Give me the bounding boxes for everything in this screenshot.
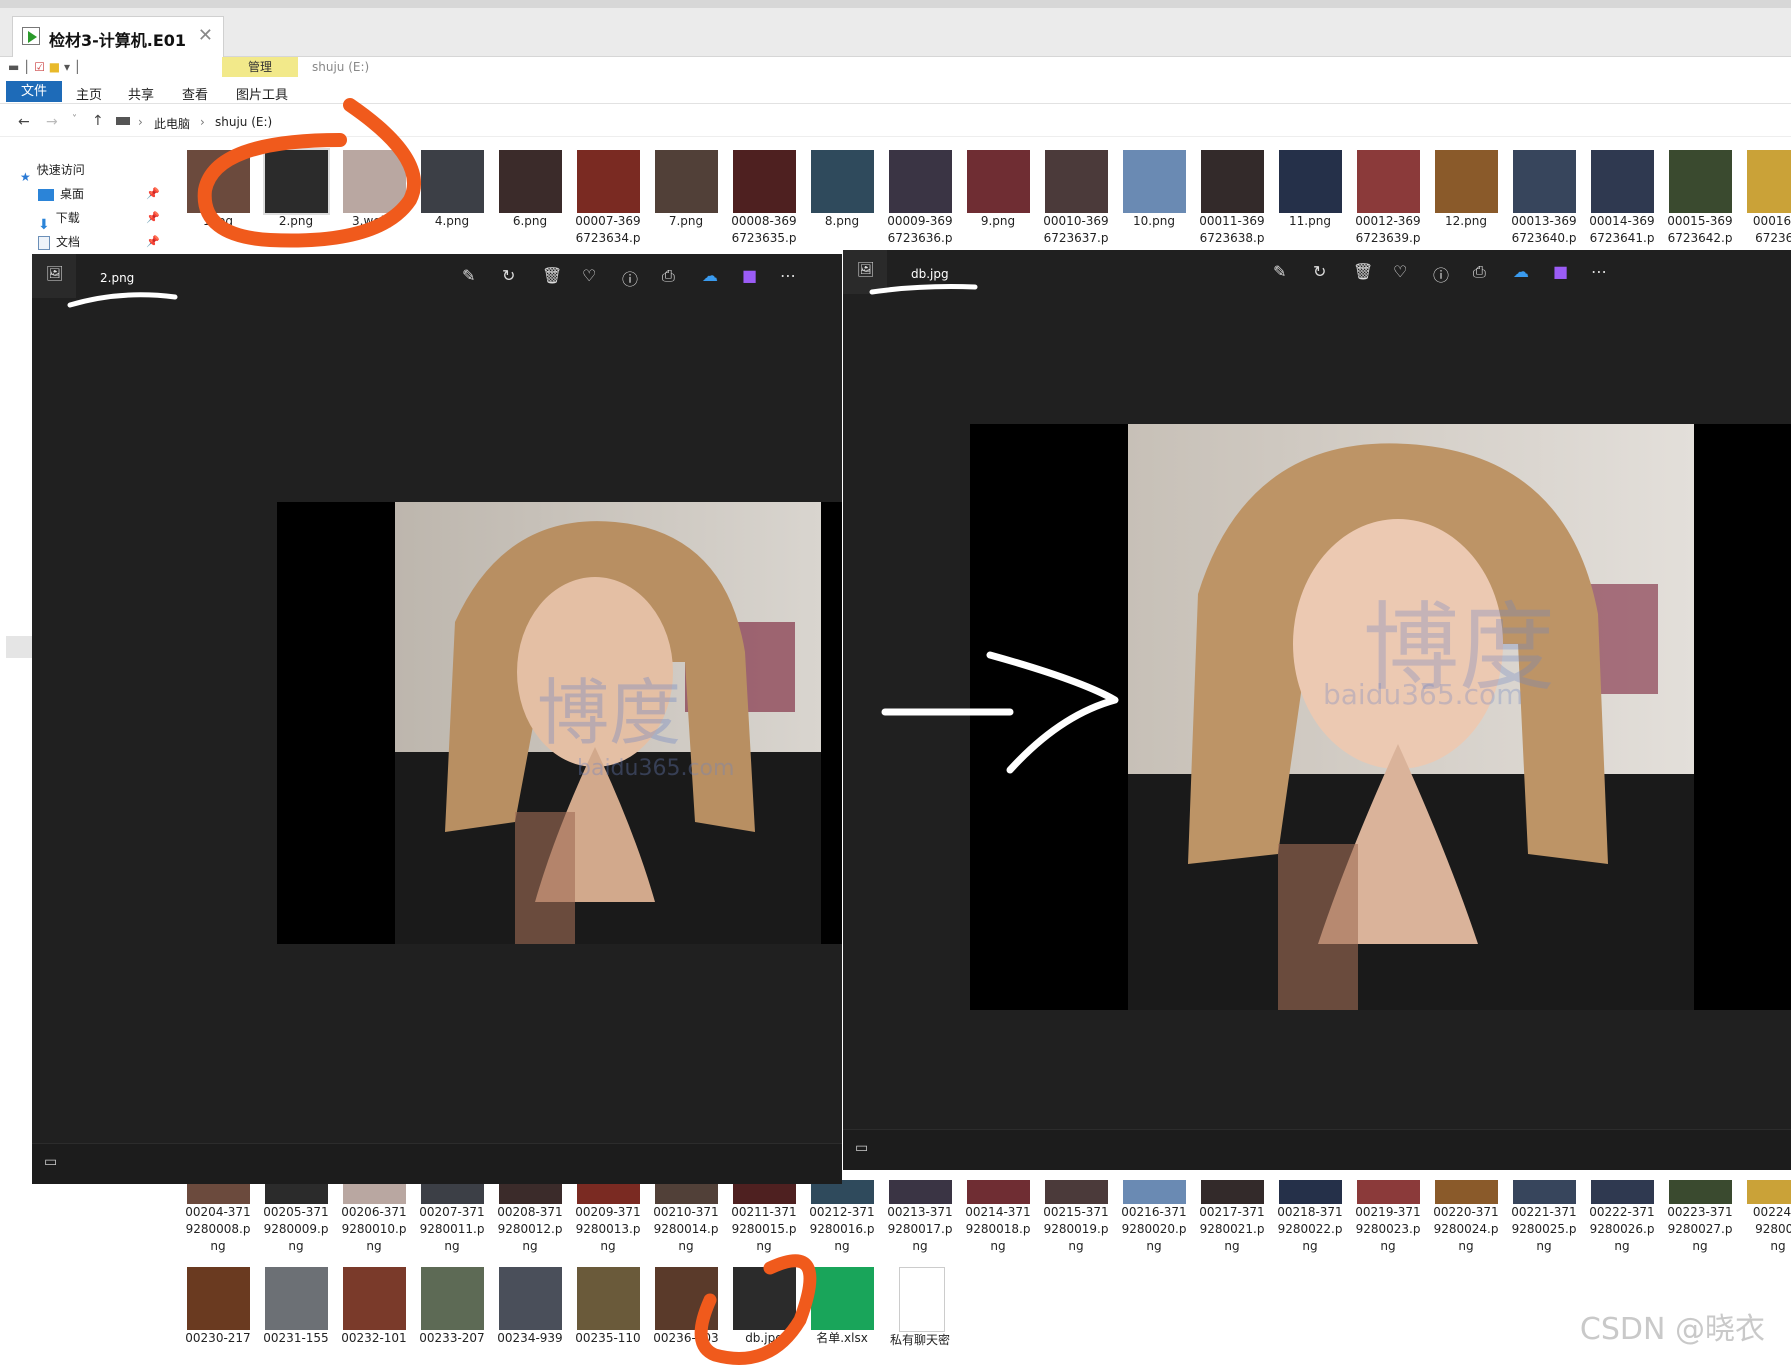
page-watermark: CSDN @晓衣	[1579, 1312, 1765, 1347]
annotation-circle-dbjpg	[694, 1254, 817, 1365]
annotation-underline-right	[869, 284, 978, 295]
annotation-overlay	[67, 98, 1119, 1365]
annotation-underline-left	[67, 292, 178, 308]
annotation-circle-2png	[197, 98, 421, 248]
